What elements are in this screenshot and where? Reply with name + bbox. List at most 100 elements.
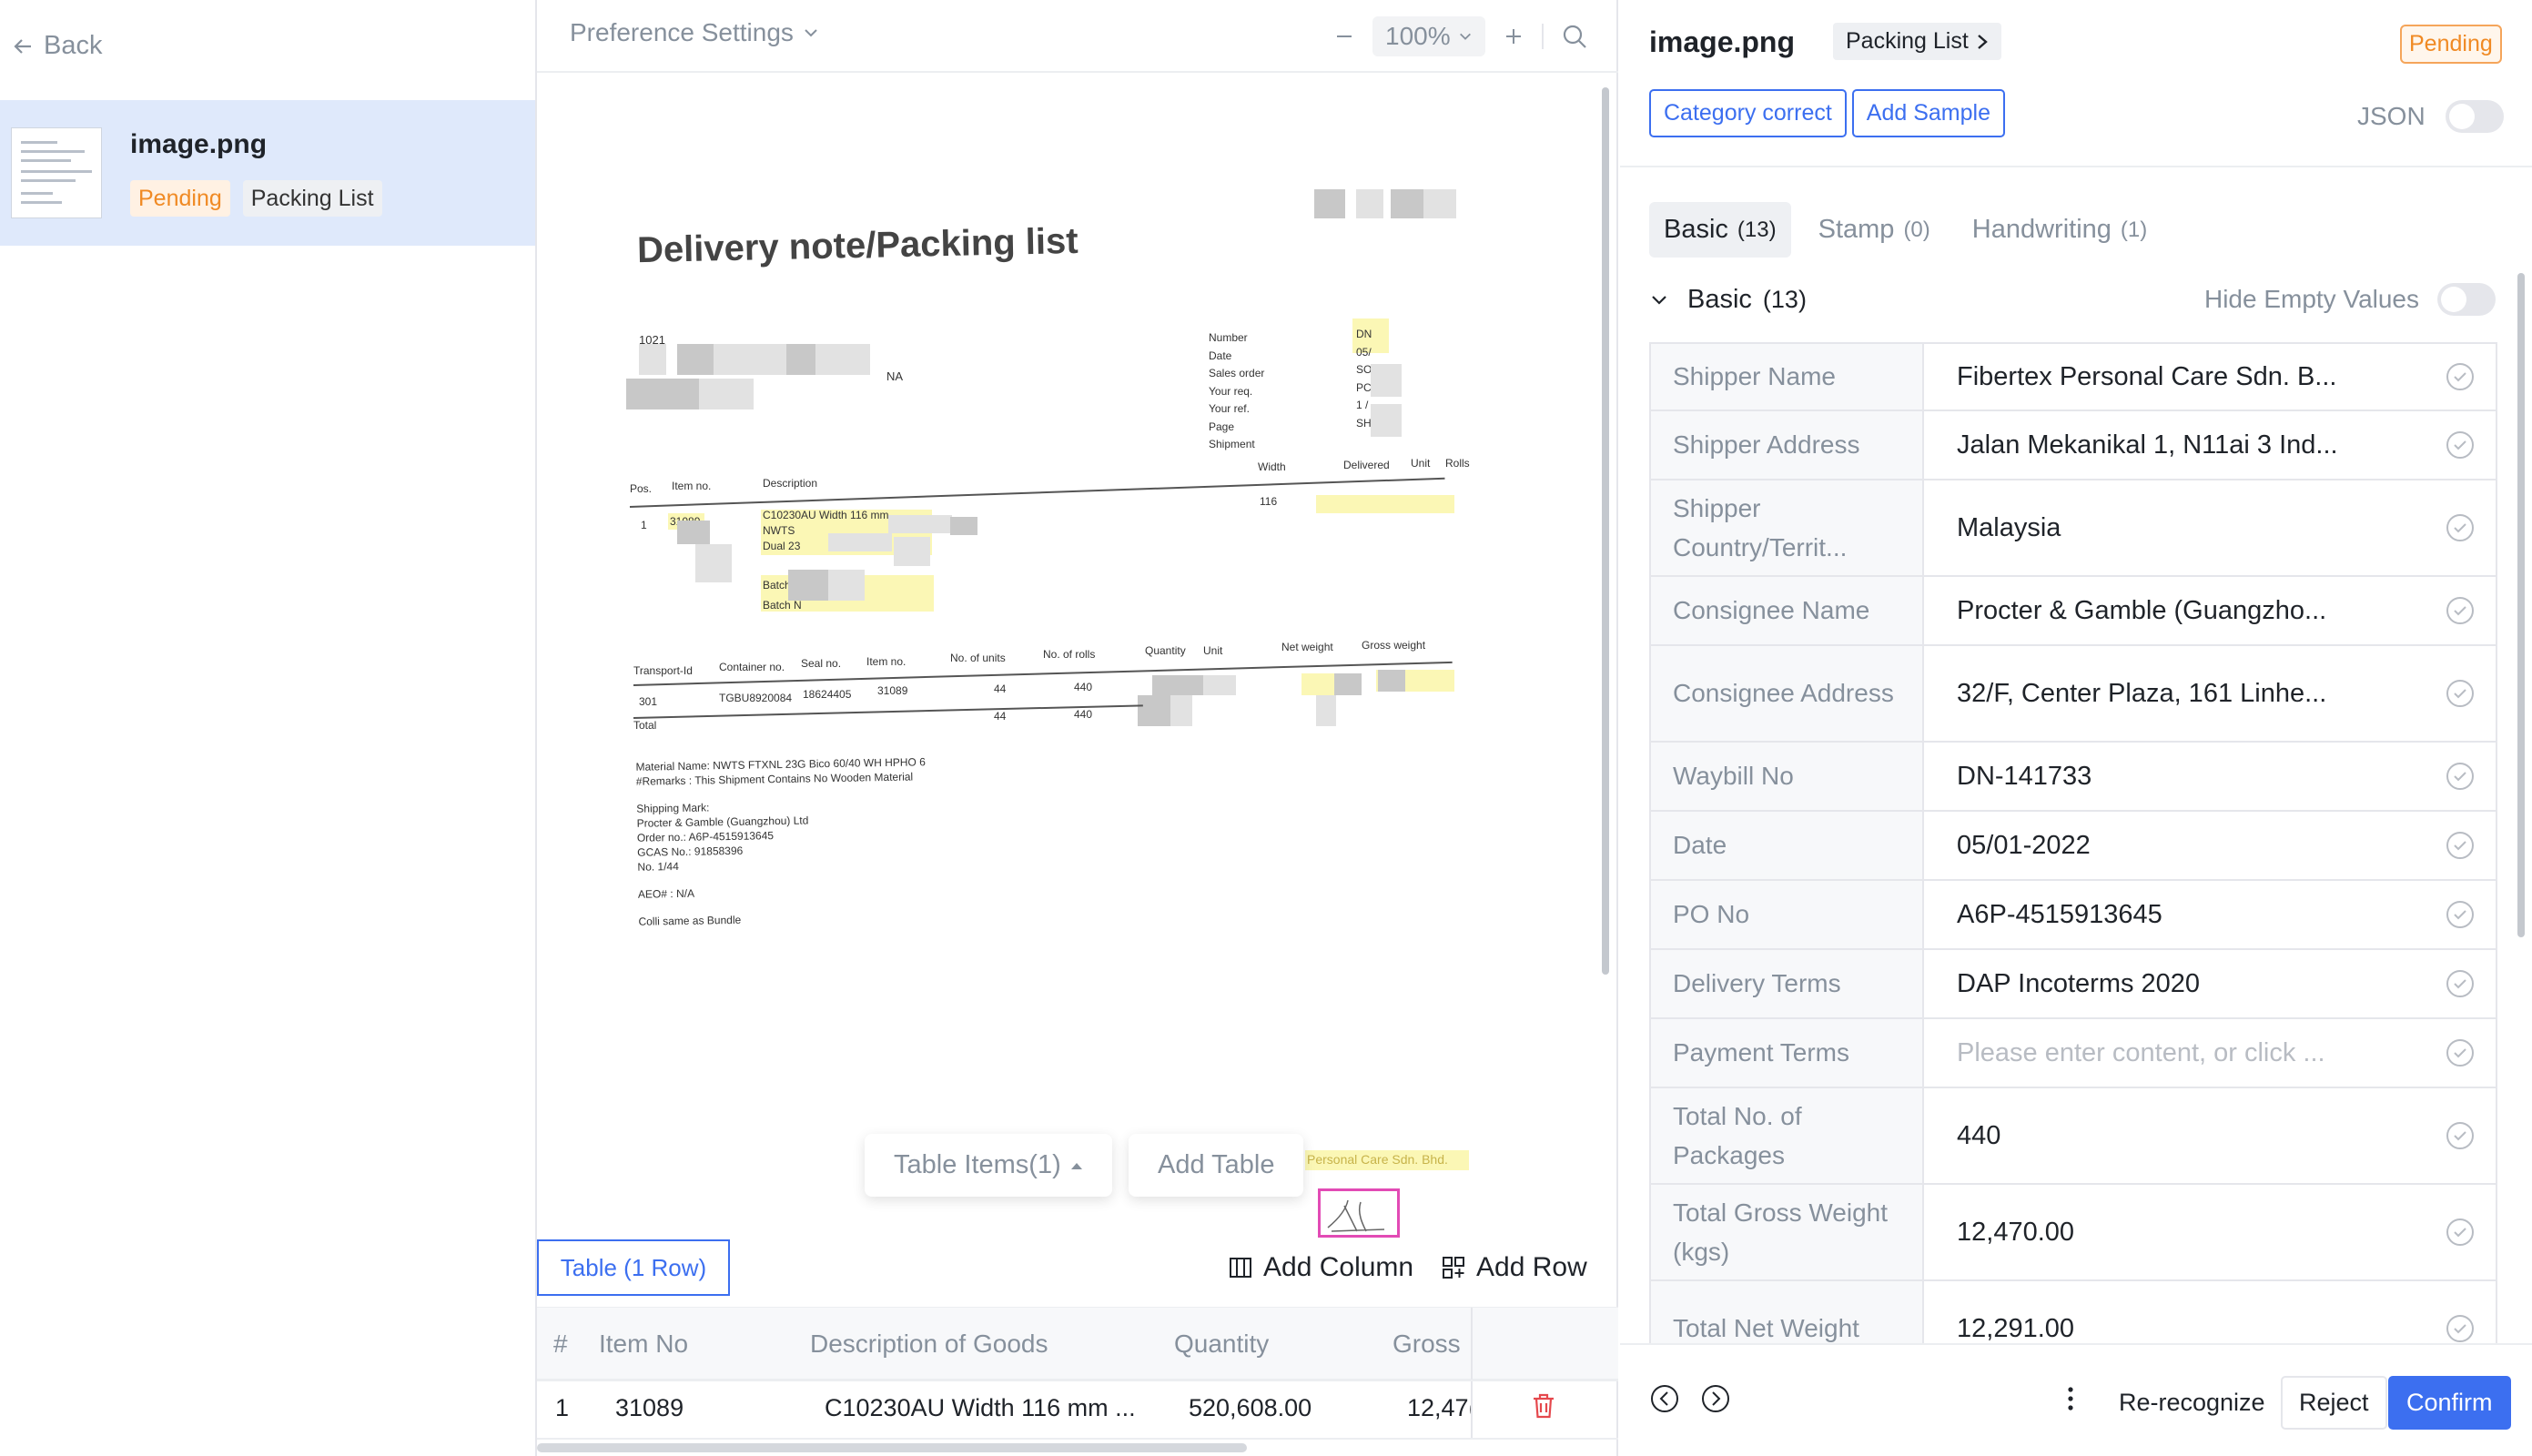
zoom-select[interactable]: 100% (1372, 16, 1485, 56)
field-value[interactable]: DAP Incoterms 2020 (1924, 950, 2496, 1017)
field-row: Delivery Terms DAP Incoterms 2020 (1649, 950, 2497, 1019)
field-value[interactable]: 12,470.00 (1924, 1185, 2496, 1279)
document-canvas: Delivery note/Packing list 1021 NA Numbe… (555, 91, 1584, 1238)
zoom-controls: 100% (1334, 16, 1587, 56)
table-items-label: Table Items(1) (894, 1150, 1061, 1179)
field-label: Waybill No (1651, 743, 1924, 810)
chevron-down-icon (805, 29, 817, 37)
field-row: Payment Terms Please enter content, or c… (1649, 1019, 2497, 1088)
chevron-down-icon[interactable] (1649, 289, 1669, 309)
chevron-right-icon (1978, 34, 1988, 49)
add-column-button[interactable]: Add Column (1229, 1252, 1413, 1283)
cell-quantity[interactable]: 520,608.00 (1189, 1394, 1312, 1422)
file-thumbnail (11, 127, 102, 218)
add-row-button[interactable]: Add Row (1442, 1252, 1587, 1283)
add-table-button[interactable]: Add Table (1129, 1134, 1304, 1197)
columns-icon (1230, 1258, 1251, 1278)
signature-mark (1327, 1199, 1385, 1232)
check-circle-icon[interactable] (2445, 899, 2476, 930)
viewer-scrollbar[interactable] (1602, 87, 1609, 975)
field-row: Consignee Name Procter & Gamble (Guangzh… (1649, 577, 2497, 646)
signature-highlight-box[interactable] (1318, 1188, 1400, 1238)
field-value[interactable]: Fibertex Personal Care Sdn. B... (1924, 344, 2496, 410)
field-list-scrollbar[interactable] (2517, 273, 2525, 937)
table-items-button[interactable]: Table Items(1) (865, 1134, 1112, 1197)
doc-type-badge: Packing List (242, 180, 382, 217)
add-sample-button[interactable]: Add Sample (1851, 89, 2005, 137)
add-table-label: Add Table (1158, 1150, 1275, 1179)
field-row: Shipper Country/Territ... Malaysia (1649, 480, 2497, 577)
check-circle-icon[interactable] (2445, 761, 2476, 792)
field-value[interactable]: A6P-4515913645 (1924, 881, 2496, 948)
check-circle-icon[interactable] (2445, 830, 2476, 861)
preference-settings-label: Preference Settings (570, 18, 794, 46)
field-row: Shipper Address Jalan Mekanikal 1, N11ai… (1649, 411, 2497, 480)
file-list-panel: Back image.png Pending Packing List (0, 0, 537, 1456)
field-row: Waybill No DN-141733 (1649, 743, 2497, 812)
document-title: Delivery note/Packing list (636, 220, 1079, 271)
check-circle-icon[interactable] (2445, 1037, 2476, 1068)
payment-terms-input[interactable]: Please enter content, or click ... (1924, 1019, 2496, 1087)
col-header-quantity[interactable]: Quantity (1174, 1330, 1269, 1359)
category-correct-button[interactable]: Category correct (1649, 89, 1847, 137)
rerecognize-button[interactable]: Re-recognize (2102, 1378, 2282, 1428)
tab-stamp[interactable]: Stamp (0) (1804, 202, 1945, 258)
preference-settings-dropdown[interactable]: Preference Settings (570, 18, 819, 47)
field-value[interactable]: 05/01-2022 (1924, 812, 2496, 879)
toolbar-divider (1541, 24, 1544, 49)
col-header-item-no[interactable]: Item No (599, 1330, 688, 1359)
tab-basic[interactable]: Basic (13) (1649, 202, 1791, 258)
col-header-gross[interactable]: Gross (1393, 1330, 1461, 1359)
search-icon[interactable] (1562, 24, 1587, 49)
cell-index: 1 (555, 1394, 570, 1421)
tab-table[interactable]: Table (1 Row) (537, 1239, 730, 1296)
reject-button[interactable]: Reject (2281, 1376, 2387, 1430)
cell-description[interactable]: C10230AU Width 116 mm ... (825, 1394, 1136, 1422)
hide-empty-toggle[interactable] (2437, 283, 2496, 316)
previous-icon[interactable] (1649, 1383, 1680, 1414)
check-circle-icon[interactable] (2445, 595, 2476, 626)
field-value[interactable]: Jalan Mekanikal 1, N11ai 3 Ind... (1924, 411, 2496, 479)
field-label: Shipper Address (1651, 411, 1924, 479)
delete-row-icon[interactable] (1531, 1392, 1556, 1420)
check-circle-icon[interactable] (2445, 512, 2476, 543)
add-row-label: Add Row (1476, 1252, 1587, 1282)
check-circle-icon[interactable] (2445, 1217, 2476, 1248)
zoom-out-icon[interactable] (1334, 26, 1354, 46)
hide-empty-label: Hide Empty Values (2203, 285, 2419, 313)
field-label: Total No. of Packages (1651, 1088, 1924, 1183)
field-label: Total Gross Weight (kgs) (1651, 1185, 1924, 1279)
cell-item-no[interactable]: 31089 (615, 1394, 684, 1422)
back-button[interactable]: Back (13, 31, 102, 61)
field-value[interactable]: Procter & Gamble (Guangzho... (1924, 577, 2496, 644)
field-value[interactable]: DN-141733 (1924, 743, 2496, 810)
check-circle-icon[interactable] (2445, 678, 2476, 709)
zoom-in-icon[interactable] (1504, 26, 1524, 46)
check-circle-icon[interactable] (2445, 968, 2476, 999)
field-label: Payment Terms (1651, 1019, 1924, 1087)
next-icon[interactable] (1700, 1383, 1731, 1414)
file-list-item[interactable]: image.png Pending Packing List (0, 100, 535, 246)
section-count: (13) (1762, 285, 1807, 313)
field-row: Consignee Address 32/F, Center Plaza, 16… (1649, 646, 2497, 743)
field-value[interactable]: 440 (1924, 1088, 2496, 1183)
more-icon[interactable] (2066, 1385, 2075, 1412)
viewer-toolbar: Preference Settings 100% (537, 0, 1618, 73)
field-value[interactable]: Malaysia (1924, 480, 2496, 575)
doc-type-selector[interactable]: Packing List (1833, 23, 2001, 60)
cell-gross[interactable]: 12,47( (1407, 1394, 1471, 1422)
col-header-description[interactable]: Description of Goods (810, 1330, 1048, 1359)
tab-handwriting[interactable]: Handwriting (1) (1958, 202, 2162, 258)
check-circle-icon[interactable] (2445, 1120, 2476, 1151)
json-toggle[interactable] (2445, 100, 2504, 133)
check-circle-icon[interactable] (2445, 1313, 2476, 1344)
field-category-tabs: Basic (13) Stamp (0) Handwriting (1) (1649, 202, 2162, 258)
confirm-button[interactable]: Confirm (2388, 1376, 2511, 1430)
field-value[interactable]: 32/F, Center Plaza, 161 Linhe... (1924, 646, 2496, 741)
extraction-panel: image.png Packing List Pending Category … (1620, 0, 2532, 1456)
table-horizontal-scrollbar[interactable] (537, 1443, 1247, 1452)
field-label: PO No (1651, 881, 1924, 948)
field-row: Total No. of Packages 440 (1649, 1088, 2497, 1185)
check-circle-icon[interactable] (2445, 361, 2476, 392)
check-circle-icon[interactable] (2445, 430, 2476, 460)
